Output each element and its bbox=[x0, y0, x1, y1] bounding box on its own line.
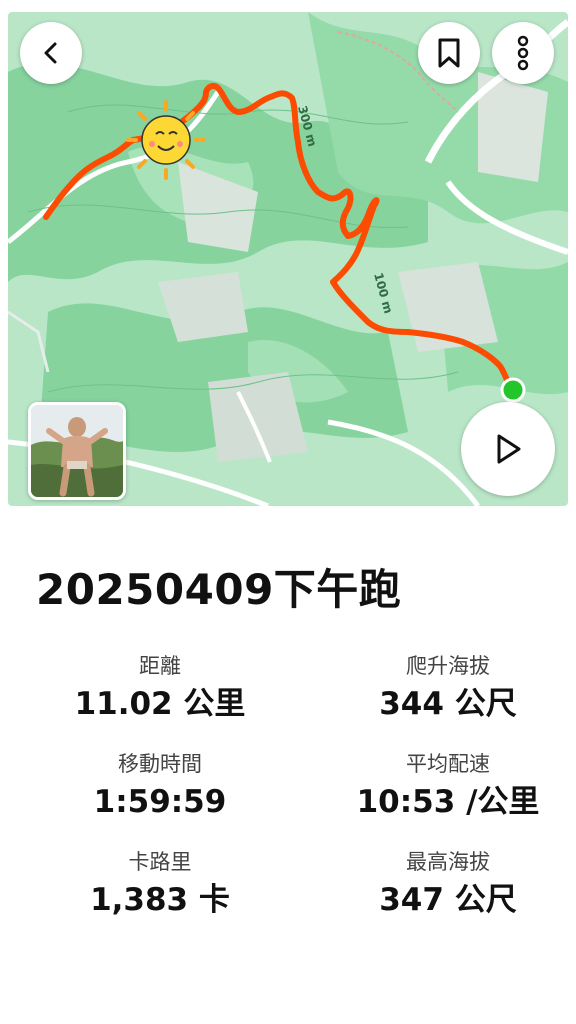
bookmark-button[interactable] bbox=[418, 22, 480, 84]
stat-value: 344 公尺 bbox=[379, 686, 517, 722]
play-icon bbox=[497, 434, 521, 464]
stats-grid: 距離 11.02 公里 爬升海拔 344 公尺 移動時間 1:59:59 平均配… bbox=[0, 652, 576, 920]
stat-max-elevation: 最高海拔 347 公尺 bbox=[320, 848, 576, 920]
activity-photo bbox=[31, 405, 123, 497]
stat-value: 1,383 卡 bbox=[90, 882, 230, 918]
stat-calories: 卡路里 1,383 卡 bbox=[0, 848, 320, 920]
activity-photo-thumbnail[interactable] bbox=[28, 402, 126, 500]
activity-title: 20250409下午跑 bbox=[36, 565, 402, 614]
stat-label: 平均配速 bbox=[406, 752, 490, 776]
contour-label-100: 100 m bbox=[371, 271, 395, 315]
stat-value: 10:53 /公里 bbox=[356, 784, 540, 820]
stat-label: 最高海拔 bbox=[406, 850, 490, 874]
stat-average-pace: 平均配速 10:53 /公里 bbox=[320, 750, 576, 822]
play-flyover-button[interactable] bbox=[461, 402, 555, 496]
more-vertical-icon bbox=[517, 35, 529, 71]
stat-value: 11.02 公里 bbox=[74, 686, 246, 722]
route-map[interactable]: 300 m 100 m bbox=[8, 12, 568, 506]
stat-moving-time: 移動時間 1:59:59 bbox=[0, 750, 320, 822]
stat-distance: 距離 11.02 公里 bbox=[0, 652, 320, 724]
chevron-left-icon bbox=[44, 42, 57, 64]
bookmark-icon bbox=[438, 38, 460, 68]
stat-label: 距離 bbox=[139, 654, 181, 678]
more-options-button[interactable] bbox=[492, 22, 554, 84]
stat-label: 移動時間 bbox=[118, 752, 202, 776]
stat-value: 347 公尺 bbox=[379, 882, 517, 918]
stat-value: 1:59:59 bbox=[93, 784, 227, 820]
stat-label: 卡路里 bbox=[128, 850, 192, 874]
stat-elevation-gain: 爬升海拔 344 公尺 bbox=[320, 652, 576, 724]
stat-label: 爬升海拔 bbox=[406, 654, 490, 678]
back-button[interactable] bbox=[20, 22, 82, 84]
contour-label-300: 300 m bbox=[295, 104, 319, 148]
